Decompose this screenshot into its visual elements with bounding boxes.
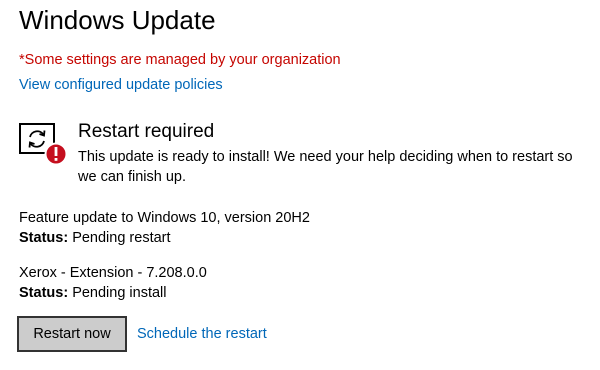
restart-required-message: This update is ready to install! We need… xyxy=(78,149,573,185)
restart-required-heading: Restart required xyxy=(78,121,215,142)
update-status-value: Pending install xyxy=(72,285,167,301)
managed-by-organization-notice: *Some settings are managed by your organ… xyxy=(19,52,341,68)
windows-update-page: Windows Update *Some settings are manage… xyxy=(0,0,600,370)
update-status-label: Status: xyxy=(19,230,69,246)
update-status-value: Pending restart xyxy=(72,230,171,246)
view-update-policies-link[interactable]: View configured update policies xyxy=(19,76,223,94)
update-name: Feature update to Windows 10, version 20… xyxy=(19,210,310,226)
update-item: Feature update to Windows 10, version 20… xyxy=(19,208,310,248)
page-title: Windows Update xyxy=(19,5,216,35)
restart-required-icon xyxy=(18,122,70,168)
update-item: Xerox - Extension - 7.208.0.0 Status: Pe… xyxy=(19,263,207,303)
update-status: Status: Pending restart xyxy=(19,228,310,248)
update-status-label: Status: xyxy=(19,285,69,301)
restart-now-button[interactable]: Restart now xyxy=(17,316,127,352)
schedule-restart-link[interactable]: Schedule the restart xyxy=(137,325,267,343)
update-status: Status: Pending install xyxy=(19,283,207,303)
update-name: Xerox - Extension - 7.208.0.0 xyxy=(19,265,207,281)
